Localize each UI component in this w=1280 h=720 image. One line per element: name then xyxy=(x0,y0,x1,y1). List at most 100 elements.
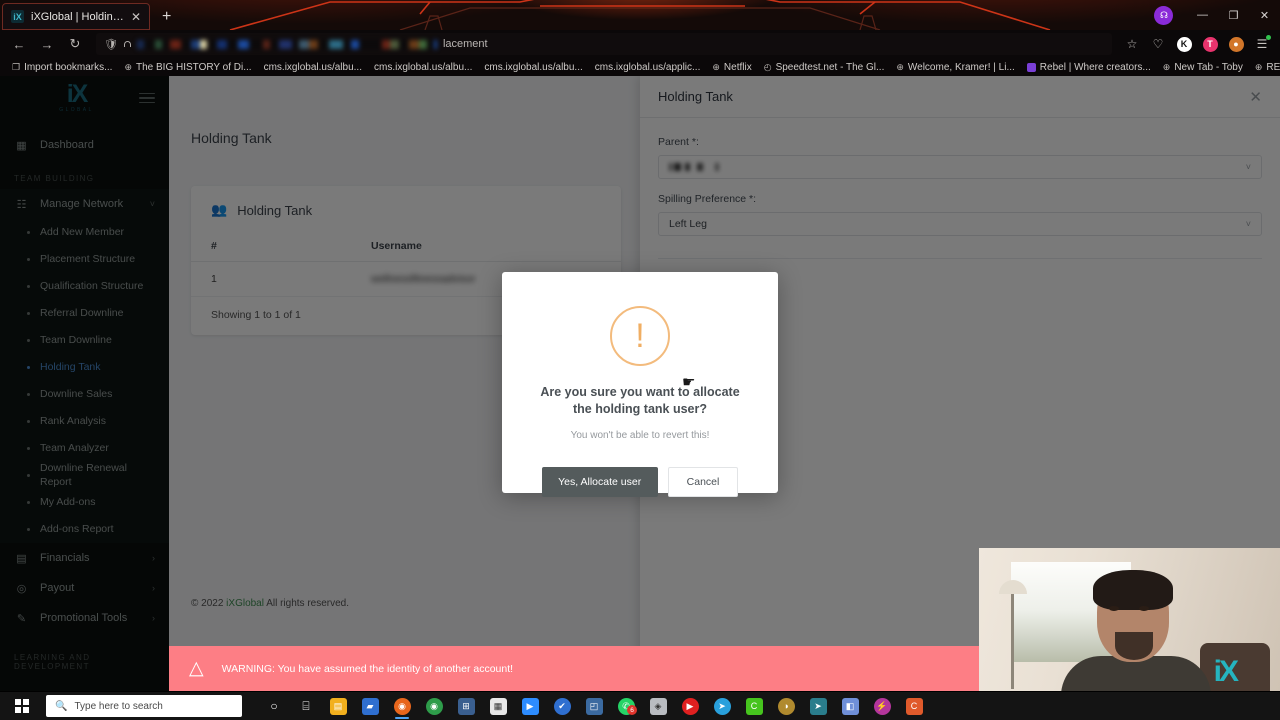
bookmark-label: cms.ixglobal.us/albu... xyxy=(263,61,362,73)
webcam-person-eye-left xyxy=(1109,606,1119,611)
webcam-lamp-pole xyxy=(1011,594,1014,689)
bookmark-item[interactable]: ⊕ Welcome, Kramer! | Li... xyxy=(890,62,1020,73)
reload-button[interactable]: ↻ xyxy=(62,32,88,56)
taskbar-search-box[interactable]: 🔍 Type here to search xyxy=(46,695,242,717)
bookmark-label: New Tab - Toby xyxy=(1174,61,1243,73)
photos-icon[interactable]: ◰ xyxy=(578,692,610,720)
tab-favicon-icon: iX xyxy=(11,10,24,23)
magnifier-icon: 🔍 xyxy=(55,700,68,712)
tab-strip[interactable]: iX iXGlobal | Holding Tank ✕ + xyxy=(0,0,171,30)
bookmark-item[interactable]: Rebel | Where creators... xyxy=(1021,62,1157,73)
bookmark-item[interactable]: ⊕ The BIG HISTORY of Di... xyxy=(118,62,257,73)
webcam-person-hair xyxy=(1093,570,1173,610)
remote-desktop-icon[interactable]: ▰ xyxy=(354,692,386,720)
taskbar-app-icons: ○ ⌸ ▤ ▰ ◉ ◉ ⊞ ▦ ▶ ✔ ◰ ✆ 6 ◈ ▶ ➤ C ◑ ➤ ◧ ⚡ C xyxy=(258,692,930,720)
teams-icon[interactable]: ➤ xyxy=(802,692,834,720)
confirm-allocate-button[interactable]: Yes, Allocate user xyxy=(541,466,658,497)
icon-glyph: C xyxy=(745,697,763,715)
chrome-icon[interactable]: ◉ xyxy=(418,692,450,720)
icon-glyph: ◈ xyxy=(649,697,667,715)
icon-glyph: ◉ xyxy=(425,697,443,715)
globe-icon: ⊕ xyxy=(124,61,132,72)
modal-actions: Yes, Allocate user Cancel xyxy=(522,466,758,497)
globe-icon: ⊕ xyxy=(712,61,720,72)
kami-extension-icon[interactable]: K xyxy=(1172,32,1196,56)
globe-icon: ⊕ xyxy=(1162,61,1171,72)
start-button[interactable] xyxy=(0,692,44,720)
bookmark-item[interactable]: cms.ixglobal.us/albu... xyxy=(478,62,588,73)
fox-extension-icon[interactable]: ● xyxy=(1224,32,1248,56)
globe-icon: ⊕ xyxy=(1254,61,1263,72)
icon-glyph: ◧ xyxy=(841,697,859,715)
webcam-person-beard xyxy=(1115,632,1153,660)
store-icon[interactable]: ▦ xyxy=(482,692,514,720)
bookmark-item[interactable]: cms.ixglobal.us/applic... xyxy=(589,62,707,73)
bookmark-star-icon[interactable]: ☆ xyxy=(1120,32,1144,56)
webcam-overlay: iX xyxy=(979,548,1280,691)
icon-glyph: ◑ xyxy=(777,697,795,715)
browser-navigation-bar: ← → ↻ 🛡 lacement ☆ ♡ K T ● ☰ xyxy=(0,30,1280,58)
active-app-indicator xyxy=(395,717,409,719)
url-text: lacement xyxy=(442,38,488,50)
windows-logo-icon xyxy=(15,699,29,713)
toggl-extension-icon[interactable]: T xyxy=(1198,32,1222,56)
bookmark-label: Import bookmarks... xyxy=(24,61,113,73)
bookmark-item[interactable]: ❐ Import bookmarks... xyxy=(6,62,118,73)
pocket-icon[interactable]: ♡ xyxy=(1146,32,1170,56)
window-minimize-button[interactable]: — xyxy=(1187,0,1218,30)
onenote-icon[interactable]: ◧ xyxy=(834,692,866,720)
bookmark-label: Welcome, Kramer! | Li... xyxy=(907,61,1015,73)
whatsapp-icon[interactable]: ✆ 6 xyxy=(610,692,642,720)
youtube-icon[interactable]: ▶ xyxy=(674,692,706,720)
firefox-icon[interactable]: ◉ xyxy=(386,692,418,720)
window-close-button[interactable]: ✕ xyxy=(1249,0,1280,30)
purple-square-icon xyxy=(1026,62,1036,72)
icon-glyph: ▰ xyxy=(361,697,379,715)
todoist-icon[interactable]: ✔ xyxy=(546,692,578,720)
bookmark-label: Speedtest.net - The Gl... xyxy=(775,61,885,73)
cancel-button[interactable]: Cancel xyxy=(667,466,739,497)
camtasia-icon[interactable]: C xyxy=(738,692,770,720)
bookmark-item[interactable]: ⊕ New Tab - Toby xyxy=(1157,62,1249,73)
exclamation-glyph: ! xyxy=(635,317,645,355)
windows-taskbar: 🔍 Type here to search ○ ⌸ ▤ ▰ ◉ ◉ ⊞ ▦ ▶ ✔ ◰ ✆ 6 ◈ ▶ ➤ C ◑… xyxy=(0,692,1280,720)
ix-watermark-logo: iX xyxy=(1213,655,1239,688)
icon-glyph: ▤ xyxy=(329,697,347,715)
bookmark-item[interactable]: cms.ixglobal.us/albu... xyxy=(368,62,478,73)
address-bar[interactable]: 🛡 lacement xyxy=(96,33,1112,55)
calculator-icon[interactable]: ⊞ xyxy=(450,692,482,720)
messenger-icon[interactable]: ⚡ xyxy=(866,692,898,720)
forward-button[interactable]: → xyxy=(34,32,60,56)
bookmark-item[interactable]: cms.ixglobal.us/albu... xyxy=(258,62,368,73)
bookmark-label: Rebel | Where creators... xyxy=(1039,61,1151,73)
browser-tab-active[interactable]: iX iXGlobal | Holding Tank ✕ xyxy=(2,3,150,30)
camtasia-studio-icon[interactable]: C xyxy=(898,692,930,720)
task-view-icon[interactable]: ⌸ xyxy=(290,692,322,720)
firefox-profile-avatar[interactable]: ☊ xyxy=(1154,5,1173,25)
file-explorer-icon[interactable]: ▤ xyxy=(322,692,354,720)
bookmark-item[interactable]: ◴ Speedtest.net - The Gl... xyxy=(758,62,891,73)
browser-menu-button[interactable]: ☰ xyxy=(1250,32,1274,56)
firefox-theme-artwork xyxy=(0,0,1280,30)
icon-glyph: ⊞ xyxy=(457,697,475,715)
icon-glyph: ◉ xyxy=(393,697,411,715)
zoom-icon[interactable]: ▶ xyxy=(514,692,546,720)
telegram-icon[interactable]: ➤ xyxy=(706,692,738,720)
tab-close-icon[interactable]: ✕ xyxy=(131,11,141,23)
gray-app-icon[interactable]: ◈ xyxy=(642,692,674,720)
modal-subtitle: You won't be able to revert this! xyxy=(570,429,710,441)
bookmark-item[interactable]: ⊕RETURN to 432 Hertz xyxy=(1249,62,1280,73)
cortana-icon[interactable]: ○ xyxy=(258,692,290,720)
lock-icon xyxy=(123,41,131,47)
new-tab-button[interactable]: + xyxy=(162,9,171,25)
window-maximize-button[interactable]: ❐ xyxy=(1218,0,1249,30)
update-badge-icon xyxy=(1266,35,1271,40)
warning-exclamation-icon: ! xyxy=(610,306,670,366)
bookmark-item[interactable]: ⊕ Netflix xyxy=(706,62,757,73)
icon-glyph: ➤ xyxy=(809,697,827,715)
discord-icon[interactable]: ◑ xyxy=(770,692,802,720)
icon-glyph: ⌸ xyxy=(302,698,310,713)
mouse-cursor-icon: ☛ xyxy=(682,374,696,391)
back-button[interactable]: ← xyxy=(6,32,32,56)
icon-glyph: ▶ xyxy=(681,697,699,715)
